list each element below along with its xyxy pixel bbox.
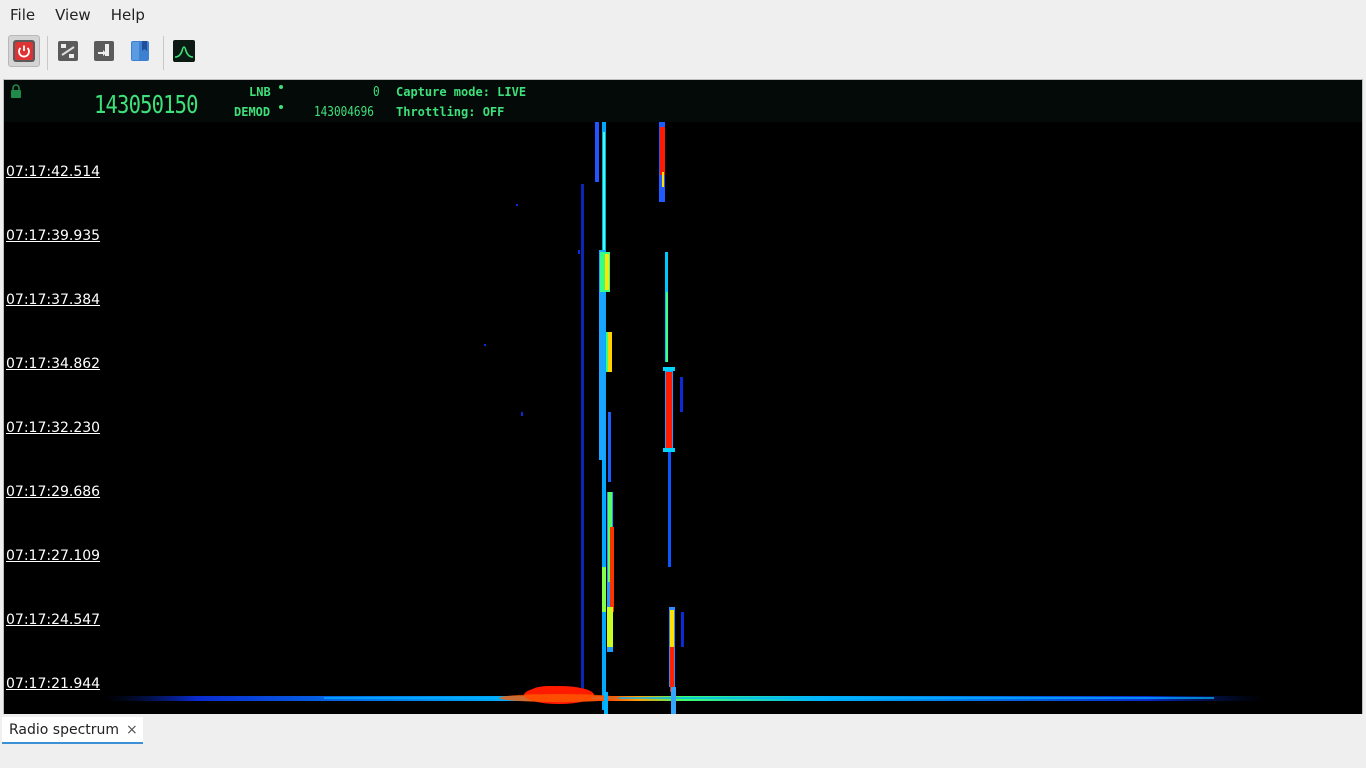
timestamp-label: 07:17:42.514 <box>6 164 101 180</box>
lock-icon[interactable] <box>10 84 22 98</box>
capture-mode: Capture mode: LIVE <box>396 85 527 99</box>
spectrum-panel: 143050150 LNB 0 DEMOD 143004696 Capture … <box>3 79 1363 714</box>
record-button[interactable] <box>88 35 120 67</box>
tab-bar: Radio spectrum × <box>0 715 1366 768</box>
lnb-lock-icon[interactable] <box>279 85 283 89</box>
record-icon <box>94 41 114 61</box>
power-button[interactable] <box>8 35 40 67</box>
waterfall[interactable]: 07:17:42.514 07:17:39.935 07:17:37.384 0… <box>4 122 1362 714</box>
timestamp-label: 07:17:21.944 <box>6 676 101 692</box>
toolbar <box>0 34 1366 74</box>
main-frequency[interactable]: 143050150 <box>94 90 199 119</box>
menu-file[interactable]: File <box>0 0 45 30</box>
menu-help[interactable]: Help <box>101 0 155 30</box>
timestamp-label: 07:17:37.384 <box>6 292 101 308</box>
lnb-frequency[interactable]: 0 <box>373 85 380 100</box>
bookmark-icon <box>131 41 149 61</box>
settings-icon <box>58 41 78 61</box>
demod-lock-icon[interactable] <box>279 105 283 109</box>
bookmark-button[interactable] <box>124 35 156 67</box>
timestamp-label: 07:17:39.935 <box>6 228 101 244</box>
lnb-label: LNB <box>249 85 271 99</box>
close-icon[interactable]: × <box>126 722 138 738</box>
spectrum-icon <box>173 40 195 62</box>
settings-button[interactable] <box>52 35 84 67</box>
timestamp-label: 07:17:34.862 <box>6 356 101 372</box>
tab-label: Radio spectrum <box>9 721 120 738</box>
menu-bar: File View Help <box>0 0 1366 30</box>
demod-frequency[interactable]: 143004696 <box>314 105 374 120</box>
demod-label: DEMOD <box>234 105 271 119</box>
timestamp-label: 07:17:32.230 <box>6 420 101 436</box>
timestamp-label: 07:17:24.547 <box>6 612 101 628</box>
throttling-status: Throttling: OFF <box>396 105 505 119</box>
timestamp-label: 07:17:29.686 <box>6 484 101 500</box>
spectrum-button[interactable] <box>168 35 200 67</box>
frequency-display: 143050150 LNB 0 DEMOD 143004696 Capture … <box>4 80 1362 122</box>
power-icon <box>13 40 35 62</box>
menu-view[interactable]: View <box>45 0 101 30</box>
timestamp-label: 07:17:27.109 <box>6 548 101 564</box>
tab-radio-spectrum[interactable]: Radio spectrum × <box>2 717 143 744</box>
